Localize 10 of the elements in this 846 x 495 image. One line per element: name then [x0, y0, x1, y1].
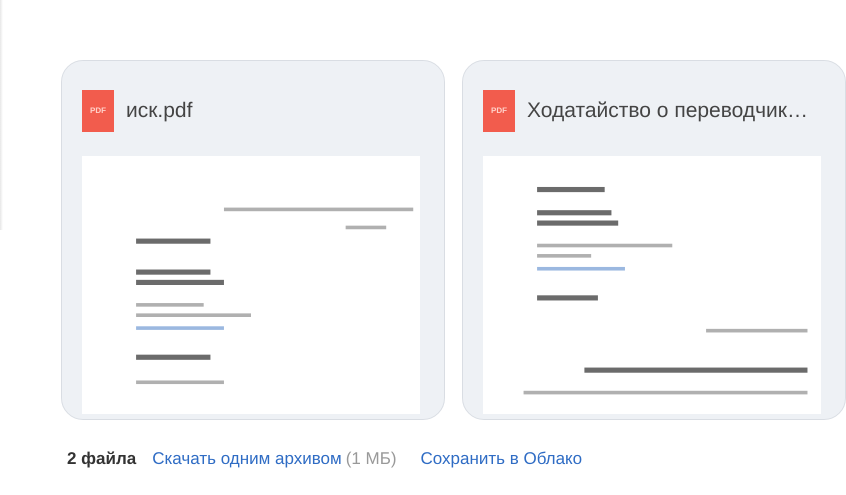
save-to-cloud-link[interactable]: Сохранить в Облако: [420, 446, 582, 472]
pdf-file-icon: PDF: [483, 90, 515, 132]
attachment-card[interactable]: PDF Ходатайство о переводчик…: [462, 60, 846, 420]
download-archive-link[interactable]: Скачать одним архивом: [152, 446, 342, 472]
archive-size: (1 МБ): [346, 448, 397, 470]
pdf-file-icon: PDF: [82, 90, 114, 132]
file-name: Ходатайство о переводчик…: [527, 98, 808, 124]
attachment-card[interactable]: PDF иск.pdf: [61, 60, 445, 420]
file-count: 2 файла: [67, 448, 136, 470]
file-name: иск.pdf: [126, 98, 192, 124]
